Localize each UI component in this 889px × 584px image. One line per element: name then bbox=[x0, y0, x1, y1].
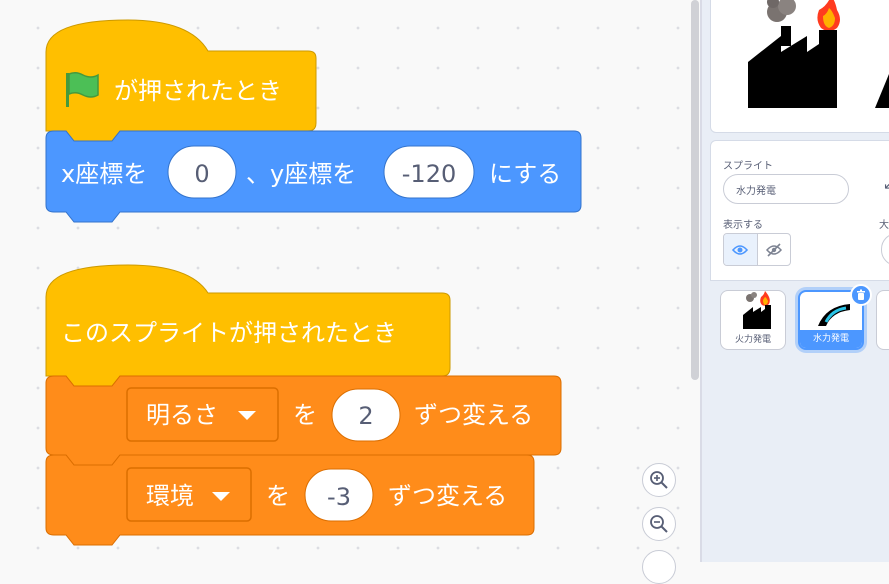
when-flag-clicked-block[interactable]: が押されたとき bbox=[45, 19, 317, 142]
sprite-name-input[interactable]: 水力発電 bbox=[723, 174, 849, 204]
eye-icon bbox=[732, 244, 749, 255]
effect-suffix-2: ずつ変える bbox=[388, 482, 507, 510]
size-label: 大 bbox=[879, 220, 889, 231]
sprite-thumb-thermal[interactable]: 火力発電 bbox=[720, 290, 786, 350]
change-effect-block-2[interactable]: 環境 を -3 ずつ変える bbox=[45, 454, 535, 546]
when-flag-clicked-label: が押されたとき bbox=[114, 77, 282, 105]
sprite-list: 火力発電 水力発電 bbox=[710, 280, 889, 562]
effect-option-1: 明るさ bbox=[146, 401, 218, 429]
zoom-reset-button[interactable] bbox=[642, 550, 676, 584]
effect-value-1: 2 bbox=[358, 402, 373, 430]
when-sprite-clicked-label: このスプライトが押されたとき bbox=[61, 319, 397, 347]
delete-sprite-button[interactable] bbox=[850, 284, 872, 306]
hide-button[interactable] bbox=[756, 234, 791, 265]
zoom-out-icon bbox=[650, 515, 668, 533]
sprite-thumb-partial[interactable] bbox=[876, 290, 889, 350]
go-to-suffix: にする bbox=[489, 160, 561, 188]
right-panel: スプライト 水力発電 表示する 大 ↙ 火力発電 水力発電 bbox=[702, 0, 889, 562]
eye-slash-icon bbox=[765, 242, 782, 257]
effect-option-2: 環境 bbox=[146, 482, 194, 510]
when-sprite-clicked-block[interactable]: このスプライトが押されたとき bbox=[45, 264, 451, 387]
thermal-plant-thumbnail bbox=[743, 291, 771, 329]
workspace-scrollbar[interactable] bbox=[691, 0, 699, 380]
code-workspace[interactable]: が押されたとき x座標を 0 、y座標を -120 にする このスプライトが押さ… bbox=[0, 0, 700, 584]
visibility-toggle bbox=[723, 233, 791, 266]
effect-suffix-1: ずつ変える bbox=[414, 401, 533, 429]
show-label: 表示する bbox=[723, 220, 763, 231]
effect-value-2: -3 bbox=[327, 483, 351, 511]
sprite-thumb-label: 火力発電 bbox=[734, 335, 771, 345]
show-button[interactable] bbox=[724, 234, 757, 265]
effect-joiner-2: を bbox=[266, 482, 290, 510]
sprite-thumb-label: 水力発電 bbox=[800, 330, 862, 348]
sprite-label: スプライト bbox=[723, 161, 773, 172]
effect-joiner-1: を bbox=[293, 401, 317, 429]
go-to-y-label: 、y座標を bbox=[246, 160, 356, 188]
zoom-out-button[interactable] bbox=[642, 507, 676, 541]
stage-preview[interactable] bbox=[710, 0, 889, 133]
y-value: -120 bbox=[402, 160, 456, 188]
go-to-xy-block[interactable]: x座標を 0 、y座標を -120 にする bbox=[45, 130, 582, 223]
size-input[interactable] bbox=[881, 233, 889, 266]
sprite-info-panel: スプライト 水力発電 表示する 大 ↙ bbox=[710, 140, 889, 282]
trash-icon bbox=[857, 289, 865, 300]
go-to-x-label: x座標を bbox=[61, 160, 147, 188]
change-effect-block-1[interactable]: 明るさ を 2 ずつ変える bbox=[45, 375, 562, 466]
direction-arrow-icon: ↙ bbox=[883, 177, 889, 193]
scripts-canvas: が押されたとき x座標を 0 、y座標を -120 にする このスプライトが押さ… bbox=[45, 19, 582, 546]
x-value: 0 bbox=[194, 160, 209, 188]
zoom-in-button[interactable] bbox=[642, 463, 676, 497]
zoom-in-icon bbox=[650, 471, 668, 489]
stage-sprite-art bbox=[748, 0, 889, 108]
